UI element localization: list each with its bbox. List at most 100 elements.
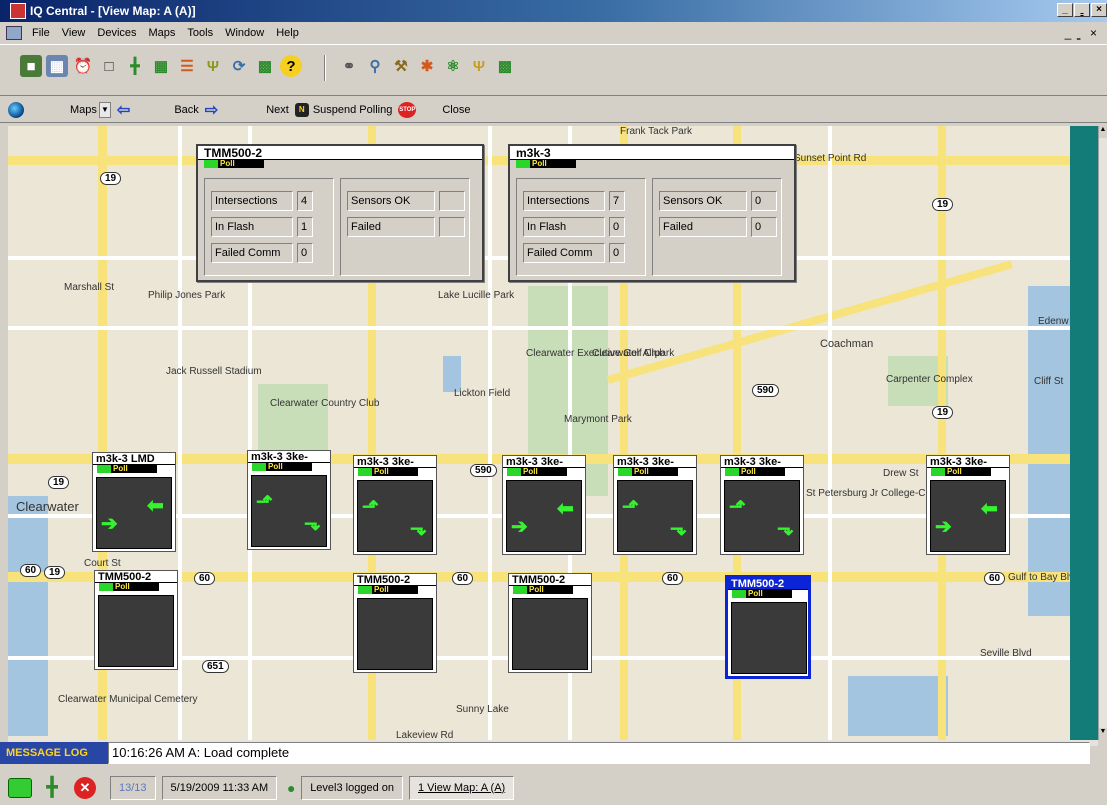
- controller-icon[interactable]: Ψ: [468, 55, 490, 77]
- water-body: [848, 676, 948, 736]
- document-icon[interactable]: □: [98, 55, 120, 77]
- next-button[interactable]: Next: [266, 104, 289, 116]
- poll-indicator: Poll: [252, 463, 312, 471]
- detector-icon[interactable]: ⚛: [442, 55, 464, 77]
- turn-arrow-icon: ⬎: [777, 518, 794, 540]
- menu-devices[interactable]: Devices: [97, 27, 136, 39]
- failed-comm-value: 0: [297, 243, 313, 263]
- chevron-down-icon[interactable]: ▼: [98, 101, 111, 118]
- map-label: Clearwater Municipal Cemetery: [58, 694, 198, 705]
- intersection-tile[interactable]: m3k-3 3ke- Poll ➔ ⬅: [502, 455, 586, 555]
- network-icon[interactable]: ╋: [124, 55, 146, 77]
- map-icon[interactable]: ▦: [46, 55, 68, 77]
- failed-value: 0: [751, 217, 777, 237]
- intersection-tile[interactable]: m3k-3 3ke- Poll ⬏ ⬎: [720, 455, 804, 555]
- counts-group: Intersections 7 In Flash 0 Failed Comm 0: [516, 178, 646, 276]
- tools-icon[interactable]: ⚒: [390, 55, 412, 77]
- in-flash-value: 0: [609, 217, 625, 237]
- toolbar-separator: [324, 55, 326, 81]
- intersection-tile[interactable]: m3k-3 3ke- Poll ➔ ⬅: [926, 455, 1010, 555]
- refresh-icon[interactable]: ⟳: [228, 55, 250, 77]
- network-status-icon[interactable]: ╋: [38, 777, 66, 798]
- menu-maps[interactable]: Maps: [149, 27, 176, 39]
- tile-title: m3k-3 3ke-: [503, 456, 585, 468]
- left-arrow-icon: ⬅: [147, 495, 164, 517]
- maps-dropdown[interactable]: Maps ▼: [70, 101, 111, 118]
- document-icon[interactable]: [6, 26, 22, 40]
- menu-view[interactable]: View: [62, 27, 86, 39]
- intersection-tile[interactable]: m3k-3 3ke- Poll ⬏ ⬎: [353, 455, 437, 555]
- error-icon[interactable]: ✕: [74, 776, 96, 799]
- map-label: Sunset Point Rd: [794, 153, 867, 164]
- mdi-window-controls[interactable]: _ ̳ ×: [1065, 26, 1101, 40]
- search-icon[interactable]: ⚲: [364, 55, 386, 77]
- intersections-label: Intersections: [211, 191, 293, 211]
- scroll-down-icon[interactable]: ▼: [1099, 728, 1107, 740]
- server-icon[interactable]: [8, 777, 32, 798]
- star-icon[interactable]: ✱: [416, 55, 438, 77]
- grid-icon[interactable]: ▦: [150, 55, 172, 77]
- right-arrow-icon: ➔: [511, 516, 528, 538]
- failed-value: [439, 217, 465, 237]
- tile-title: m3k-3 LMD: [93, 453, 175, 465]
- intersection-tile[interactable]: m3k-3 LMD Poll ➔ ⬅: [92, 452, 176, 552]
- menu-tools[interactable]: Tools: [187, 27, 213, 39]
- intersection-tile[interactable]: TMM500-2 Poll: [94, 570, 178, 670]
- route-shield: 19: [48, 476, 70, 489]
- message-log-text[interactable]: 10:16:26 AM A: Load complete: [108, 742, 1090, 764]
- report-icon[interactable]: ▩: [254, 55, 276, 77]
- stop-icon[interactable]: STOP: [398, 101, 417, 118]
- menu-file[interactable]: File: [32, 27, 50, 39]
- signal-display: ⬏ ⬎: [357, 480, 433, 552]
- street: [8, 326, 1070, 330]
- in-flash-label: In Flash: [211, 217, 293, 237]
- intersection-tile[interactable]: TMM500-2 Poll: [353, 573, 437, 673]
- restore-button[interactable]: ̳: [1074, 3, 1090, 17]
- intersection-tile-selected[interactable]: TMM500-2 Poll: [725, 575, 811, 679]
- signal-display: [731, 602, 807, 674]
- device-icon[interactable]: ■: [20, 55, 42, 77]
- minimize-button[interactable]: _: [1057, 3, 1073, 17]
- close-button[interactable]: ×: [1091, 3, 1107, 17]
- failed-label: Failed: [659, 217, 747, 237]
- close-map-button[interactable]: Close: [442, 104, 470, 116]
- intersection-tile[interactable]: m3k-3 3ke- Poll ⬏ ⬎: [613, 455, 697, 555]
- alarm-clock-icon[interactable]: ⏰: [72, 55, 94, 77]
- scroll-up-icon[interactable]: ▲: [1099, 126, 1107, 138]
- summary-panel-m3k[interactable]: m3k-3 Poll Intersections 7 In Flash 0 Fail…: [508, 144, 796, 282]
- map-label: Frank Tack Park: [620, 126, 693, 137]
- right-arrow-icon: ➔: [101, 513, 118, 535]
- map-label: Gulf to Bay Blvd: [1008, 572, 1070, 583]
- window-list-item[interactable]: 1 View Map: A (A): [408, 775, 515, 800]
- map-side-strip: [1070, 126, 1098, 740]
- app-icon: [10, 3, 26, 19]
- intersection-tile[interactable]: m3k-3 3ke- Poll ⬏ ⬎: [247, 450, 331, 550]
- intersections-value: 7: [609, 191, 625, 211]
- timing-icon[interactable]: ☰: [176, 55, 198, 77]
- log-icon[interactable]: ▩: [494, 55, 516, 77]
- menu-bar: File View Devices Maps Tools Window Help…: [0, 22, 1107, 44]
- link-icon[interactable]: ⚭: [338, 55, 360, 77]
- suspend-polling-icon[interactable]: N: [294, 102, 309, 117]
- menu-window[interactable]: Window: [225, 27, 264, 39]
- poll-indicator: Poll: [358, 468, 418, 476]
- signal-icon[interactable]: Ψ: [202, 55, 224, 77]
- signal-display: ➔ ⬅: [930, 480, 1006, 552]
- turn-arrow-icon: ⬎: [410, 518, 427, 540]
- route-shield: 60: [452, 572, 474, 585]
- route-shield: 60: [662, 572, 684, 585]
- summary-panel-tmm500[interactable]: TMM500-2 Poll Intersections 4 In Flash 1 F…: [196, 144, 484, 282]
- back-button[interactable]: Back: [174, 104, 198, 116]
- suspend-polling-button[interactable]: Suspend Polling: [313, 104, 393, 116]
- intersection-tile[interactable]: TMM500-2 Poll: [508, 573, 592, 673]
- next-arrow-icon[interactable]: ⇨: [205, 100, 218, 120]
- map-label: Clearwater Airpark: [592, 348, 675, 359]
- message-log-label: MESSAGE LOG: [0, 742, 108, 764]
- menu-help[interactable]: Help: [276, 27, 299, 39]
- vertical-scrollbar[interactable]: ▲ ▼: [1098, 126, 1107, 740]
- help-icon[interactable]: ?: [280, 55, 302, 77]
- water-body: [8, 496, 48, 736]
- turn-arrow-icon: ⬏: [622, 496, 639, 518]
- back-arrow-icon[interactable]: ⇦: [117, 100, 130, 120]
- map-label: Lake Lucille Park: [438, 290, 515, 301]
